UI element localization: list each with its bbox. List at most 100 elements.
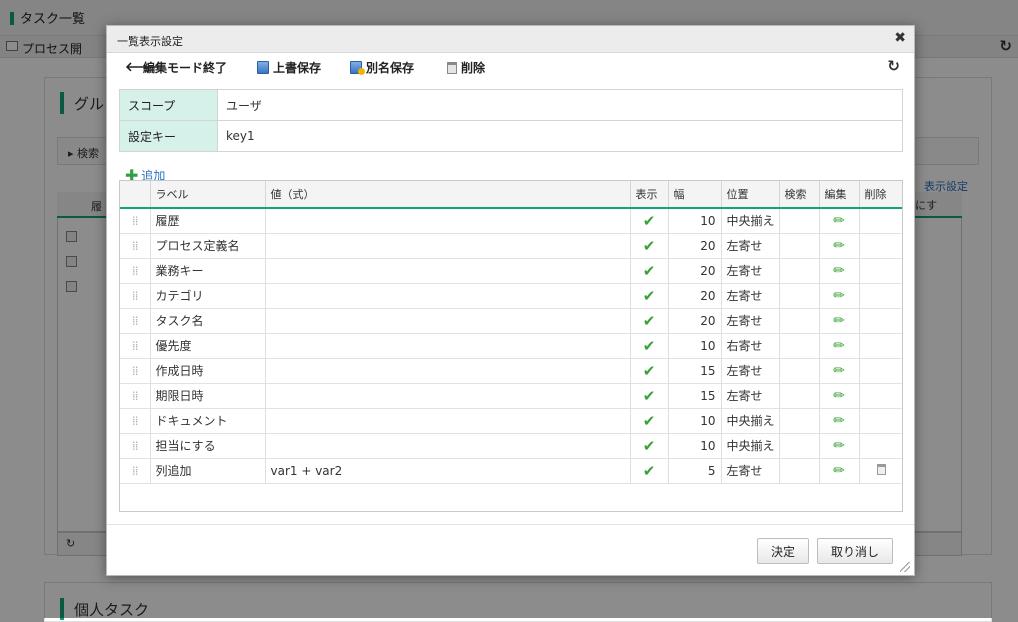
row-label: 業務キー: [150, 258, 266, 284]
pencil-icon[interactable]: ✏: [819, 208, 860, 234]
resize-handle-icon[interactable]: [900, 562, 910, 572]
row-label: 担当にする: [150, 433, 266, 459]
drag-handle-icon[interactable]: ⁞⁞: [120, 258, 151, 284]
row-search-cell: [779, 408, 820, 434]
row-label: カテゴリ: [150, 283, 266, 309]
column-header-search[interactable]: 検索: [779, 181, 820, 209]
drag-handle-icon[interactable]: ⁞⁞: [120, 308, 151, 334]
row-label: プロセス定義名: [150, 233, 266, 259]
row-position: 中央揃え: [721, 433, 780, 459]
row-search-cell: [779, 383, 820, 409]
row-value: [265, 233, 631, 259]
checkmark-icon[interactable]: ✔: [630, 333, 669, 359]
save-as-button[interactable]: 別名保存: [350, 59, 414, 76]
checkmark-icon[interactable]: ✔: [630, 383, 669, 409]
pencil-icon[interactable]: ✏: [819, 383, 860, 409]
table-row[interactable]: ⁞⁞ 列追加 var1 + var2 ✔ 5 左寄せ ✏: [120, 458, 902, 484]
drag-handle-icon[interactable]: ⁞⁞: [120, 233, 151, 259]
checkmark-icon[interactable]: ✔: [630, 283, 669, 309]
table-row[interactable]: ⁞⁞ プロセス定義名 ✔ 20 左寄せ ✏: [120, 233, 902, 259]
dialog-footer-divider: [107, 524, 914, 525]
pencil-icon[interactable]: ✏: [819, 358, 860, 384]
row-value: [265, 383, 631, 409]
pencil-icon[interactable]: ✏: [819, 333, 860, 359]
drag-handle-icon[interactable]: ⁞⁞: [120, 408, 151, 434]
row-position: 左寄せ: [721, 358, 780, 384]
row-width: 20: [668, 308, 722, 334]
row-delete-cell: [859, 208, 902, 234]
dialog-titlebar[interactable]: 一覧表示設定 ✖: [107, 26, 914, 53]
row-position: 中央揃え: [721, 208, 780, 234]
end-edit-mode-button[interactable]: 🡐 編集モード終了: [125, 59, 227, 76]
pencil-icon[interactable]: ✏: [819, 458, 860, 484]
checkmark-icon[interactable]: ✔: [630, 258, 669, 284]
row-delete-cell: [859, 383, 902, 409]
row-value: [265, 258, 631, 284]
drag-handle-icon[interactable]: ⁞⁞: [120, 383, 151, 409]
checkmark-icon[interactable]: ✔: [630, 358, 669, 384]
setting-key-value: key1: [217, 120, 903, 152]
column-header-delete[interactable]: 削除: [859, 181, 902, 209]
drag-handle-icon[interactable]: ⁞⁞: [120, 208, 151, 234]
drag-handle-icon[interactable]: ⁞⁞: [120, 358, 151, 384]
row-position: 中央揃え: [721, 408, 780, 434]
checkmark-icon[interactable]: ✔: [630, 233, 669, 259]
trash-icon[interactable]: [877, 463, 886, 475]
checkmark-icon[interactable]: ✔: [630, 433, 669, 459]
column-header-position[interactable]: 位置: [721, 181, 780, 209]
row-delete-cell: [859, 408, 902, 434]
row-position: 左寄せ: [721, 283, 780, 309]
table-row[interactable]: ⁞⁞ 履歴 ✔ 10 中央揃え ✏: [120, 208, 902, 234]
checkmark-icon[interactable]: ✔: [630, 308, 669, 334]
table-row[interactable]: ⁞⁞ 作成日時 ✔ 15 左寄せ ✏: [120, 358, 902, 384]
column-header-label[interactable]: ラベル: [150, 181, 266, 209]
pencil-icon[interactable]: ✏: [819, 233, 860, 259]
pencil-icon[interactable]: ✏: [819, 308, 860, 334]
row-value: var1 + var2: [265, 458, 631, 484]
row-value: [265, 408, 631, 434]
row-label: 履歴: [150, 208, 266, 234]
pencil-icon[interactable]: ✏: [819, 258, 860, 284]
scope-label: スコープ: [119, 89, 218, 121]
pencil-icon[interactable]: ✏: [819, 408, 860, 434]
checkmark-icon[interactable]: ✔: [630, 208, 669, 234]
row-position: 左寄せ: [721, 458, 780, 484]
column-header-value[interactable]: 値（式）: [265, 181, 631, 209]
pencil-icon[interactable]: ✏: [819, 283, 860, 309]
row-search-cell: [779, 433, 820, 459]
column-header-width[interactable]: 幅: [668, 181, 722, 209]
row-search-cell: [779, 308, 820, 334]
column-settings-table: ラベル 値（式） 表示 幅 位置 検索 編集 削除 ⁞⁞ 履歴 ✔ 10 中央揃…: [120, 181, 902, 484]
column-header-display[interactable]: 表示: [630, 181, 669, 209]
checkmark-icon[interactable]: ✔: [630, 408, 669, 434]
cancel-button[interactable]: 取り消し: [817, 538, 893, 564]
drag-handle-icon[interactable]: ⁞⁞: [120, 333, 151, 359]
column-header-edit[interactable]: 編集: [819, 181, 860, 209]
table-row[interactable]: ⁞⁞ 担当にする ✔ 10 中央揃え ✏: [120, 433, 902, 459]
save-icon: [257, 61, 269, 74]
drag-handle-icon[interactable]: ⁞⁞: [120, 283, 151, 309]
row-value: [265, 308, 631, 334]
table-row[interactable]: ⁞⁞ 優先度 ✔ 10 右寄せ ✏: [120, 333, 902, 359]
row-position: 左寄せ: [721, 233, 780, 259]
table-row[interactable]: ⁞⁞ 業務キー ✔ 20 左寄せ ✏: [120, 258, 902, 284]
reload-icon[interactable]: ↻: [887, 57, 900, 75]
row-position: 左寄せ: [721, 383, 780, 409]
table-row[interactable]: ⁞⁞ 期限日時 ✔ 15 左寄せ ✏: [120, 383, 902, 409]
ok-button[interactable]: 決定: [757, 538, 809, 564]
drag-handle-icon[interactable]: ⁞⁞: [120, 458, 151, 484]
overwrite-save-button[interactable]: 上書保存: [257, 59, 321, 76]
table-row[interactable]: ⁞⁞ タスク名 ✔ 20 左寄せ ✏: [120, 308, 902, 334]
row-value: [265, 433, 631, 459]
checkmark-icon[interactable]: ✔: [630, 458, 669, 484]
table-row[interactable]: ⁞⁞ カテゴリ ✔ 20 左寄せ ✏: [120, 283, 902, 309]
row-delete-cell: [859, 308, 902, 334]
delete-setting-button[interactable]: 削除: [447, 59, 485, 76]
pencil-icon[interactable]: ✏: [819, 433, 860, 459]
close-icon[interactable]: ✖: [894, 30, 906, 46]
table-row[interactable]: ⁞⁞ ドキュメント ✔ 10 中央揃え ✏: [120, 408, 902, 434]
drag-handle-icon[interactable]: ⁞⁞: [120, 433, 151, 459]
row-delete-cell[interactable]: [859, 458, 902, 484]
row-width: 5: [668, 458, 722, 484]
row-label: 期限日時: [150, 383, 266, 409]
